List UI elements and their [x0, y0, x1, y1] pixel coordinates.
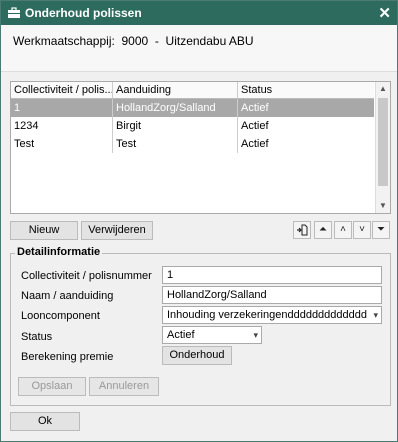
- status-select[interactable]: Actief ▾: [162, 326, 262, 344]
- row-aanduiding: HollandZorg/Salland: [113, 99, 238, 117]
- cancel-button-label: Annuleren: [98, 380, 150, 392]
- name-input[interactable]: HollandZorg/Salland: [162, 286, 382, 304]
- move-top-icon[interactable]: ⏶: [314, 221, 332, 239]
- premium-maintenance-button[interactable]: Onderhoud: [162, 346, 232, 365]
- company-code: 9000: [121, 34, 149, 48]
- grid-header: Collectiviteit / polis... Aanduiding Sta…: [11, 82, 374, 99]
- move-bottom-icon[interactable]: ⏷: [372, 221, 390, 239]
- company-separator: -: [154, 34, 159, 48]
- ok-button-label: Ok: [37, 415, 53, 427]
- chevron-down-icon: ▾: [253, 330, 258, 340]
- chevron-down-icon: ▾: [373, 310, 378, 320]
- status-label: Status: [21, 331, 53, 343]
- grid-scrollbar[interactable]: ▲ ▼: [375, 82, 390, 213]
- wage-component-select[interactable]: Inhouding verzekeringenddddddddddddd ▾: [162, 306, 382, 324]
- policy-grid[interactable]: Collectiviteit / polis... Aanduiding Sta…: [10, 81, 391, 214]
- scroll-up-icon[interactable]: ▲: [376, 82, 390, 96]
- row-collectivity: Test: [11, 135, 113, 153]
- move-down-icon[interactable]: ˅: [353, 221, 371, 239]
- row-aanduiding: Birgit: [113, 117, 238, 135]
- scroll-thumb[interactable]: [378, 98, 388, 186]
- collectivity-input[interactable]: 1: [162, 266, 382, 284]
- column-header-aanduiding[interactable]: Aanduiding: [113, 82, 238, 98]
- detail-legend: Detailinformatie: [15, 246, 103, 258]
- policy-maintenance-window: Onderhoud polissen ✕ Werkmaatschappij: 9…: [0, 0, 398, 442]
- company-text: Werkmaatschappij: 9000 - Uitzendabu ABU: [13, 34, 254, 48]
- row-status: Actief: [241, 120, 269, 132]
- column-header-collectivity[interactable]: Collectiviteit / polis...: [11, 82, 113, 98]
- title-bar: Onderhoud polissen ✕: [1, 1, 397, 25]
- close-icon[interactable]: ✕: [378, 4, 391, 22]
- premium-button-label: Onderhoud: [169, 349, 225, 361]
- company-name: Uitzendabu ABU: [165, 34, 254, 48]
- new-button-label: Nieuw: [28, 224, 60, 236]
- premium-label: Berekening premie: [21, 351, 114, 363]
- wage-component-label: Looncomponent: [21, 310, 100, 322]
- window-title: Onderhoud polissen: [25, 6, 142, 20]
- collectivity-label: Collectiviteit / polisnummer: [21, 270, 152, 282]
- table-row[interactable]: 1 HollandZorg/Salland Actief: [11, 99, 374, 117]
- row-aanduiding: Test: [113, 135, 238, 153]
- company-label: Werkmaatschappij:: [13, 34, 115, 48]
- save-button[interactable]: Opslaan: [18, 377, 86, 396]
- row-collectivity: 1234: [11, 117, 113, 135]
- name-label: Naam / aanduiding: [21, 290, 114, 302]
- wage-component-value: Inhouding verzekeringenddddddddddddd: [167, 309, 368, 321]
- table-row[interactable]: 1234 Birgit Actief: [11, 117, 374, 135]
- move-up-icon[interactable]: ˄: [334, 221, 352, 239]
- company-info: Werkmaatschappij: 9000 - Uitzendabu ABU: [1, 25, 397, 72]
- status-value: Actief: [167, 329, 195, 341]
- row-status: Actief: [241, 102, 269, 114]
- delete-button-label: Verwijderen: [88, 224, 146, 236]
- column-header-status[interactable]: Status: [238, 82, 373, 98]
- table-row[interactable]: Test Test Actief: [11, 135, 374, 153]
- row-collectivity: 1: [11, 99, 113, 117]
- new-button[interactable]: Nieuw: [10, 221, 78, 240]
- cancel-button[interactable]: Annuleren: [89, 377, 159, 396]
- delete-button[interactable]: Verwijderen: [81, 221, 153, 240]
- scroll-down-icon[interactable]: ▼: [376, 199, 390, 213]
- briefcase-icon: [8, 7, 20, 18]
- save-button-label: Opslaan: [31, 380, 73, 392]
- row-status: Actief: [241, 138, 269, 150]
- ok-button[interactable]: Ok: [10, 412, 80, 431]
- export-document-icon[interactable]: [293, 221, 311, 239]
